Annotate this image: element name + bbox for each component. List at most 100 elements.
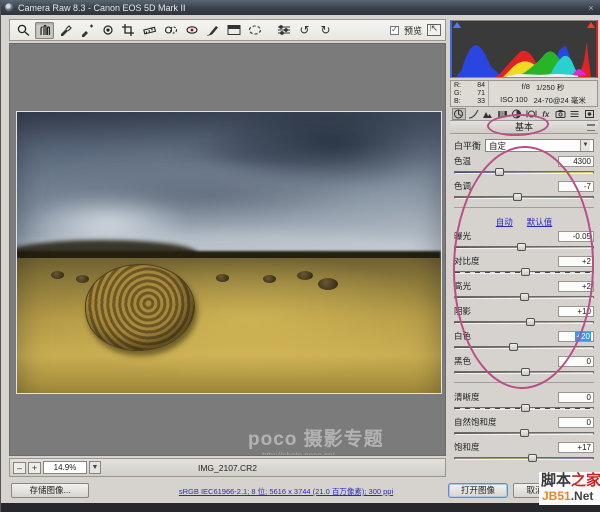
default-link[interactable]: 默认值 (527, 216, 553, 230)
slider-value-input[interactable]: 0 (558, 416, 594, 428)
slider-label: 色调 (454, 181, 472, 191)
slider-track[interactable] (454, 168, 594, 176)
hand-tool-icon[interactable] (35, 21, 54, 39)
slider-label: 对比度 (454, 256, 480, 266)
slider-value-input[interactable]: +17 (558, 441, 594, 453)
slider-track[interactable] (454, 268, 594, 276)
panel-tab-strip: fx (450, 108, 598, 121)
straighten-tool-icon[interactable] (140, 22, 159, 39)
slider-row: 饱和度 +17 (454, 441, 594, 466)
photo-sky (17, 112, 441, 267)
chevron-down-icon: ▼ (580, 140, 590, 151)
spot-removal-icon[interactable] (161, 22, 180, 39)
rotate-right-icon[interactable]: ↻ (316, 22, 335, 39)
slider-thumb[interactable] (525, 318, 535, 326)
slider-track[interactable] (454, 343, 594, 351)
logo-text-4: .Net (570, 489, 594, 503)
panel-menu-icon[interactable] (587, 124, 595, 131)
slider-value-input[interactable]: -7 (558, 180, 594, 192)
zoom-level-dropdown-icon[interactable]: ▼ (89, 461, 101, 474)
slider-value-input[interactable]: 0 (558, 355, 594, 367)
graduated-filter-icon[interactable] (224, 22, 243, 39)
white-balance-value: 自定 (489, 140, 507, 151)
slider-track[interactable] (454, 243, 594, 251)
slider-thumb[interactable] (521, 368, 531, 376)
rotate-left-icon[interactable]: ↺ (295, 22, 314, 39)
slider-label: 白色 (454, 331, 472, 341)
slider-track[interactable] (454, 368, 594, 376)
slider-value-input[interactable]: -0.05 (558, 230, 594, 242)
slider-value-input[interactable]: +2 (558, 280, 594, 292)
tab-effects-icon[interactable]: fx (539, 108, 553, 120)
fullscreen-toggle-icon[interactable] (427, 23, 441, 36)
preferences-icon[interactable] (274, 22, 293, 39)
crop-tool-icon[interactable] (119, 22, 138, 39)
red-eye-icon[interactable] (182, 22, 201, 39)
tab-split-toning-icon[interactable] (510, 108, 524, 120)
slider-value-input[interactable]: +20 (558, 330, 594, 342)
highlight-clipping-icon[interactable] (587, 22, 595, 28)
preview-checkbox[interactable]: ✓ (389, 25, 399, 35)
zoom-level-value[interactable]: 14.9% (43, 461, 87, 474)
zoom-in-button[interactable]: + (28, 461, 41, 474)
slider-value-input[interactable]: +2 (558, 255, 594, 267)
slider-row: 色温 4300 (454, 155, 594, 180)
slider-value-input[interactable]: 4300 (558, 155, 594, 167)
open-image-button[interactable]: 打开图像 (448, 483, 508, 498)
image-canvas[interactable]: poco 摄影专题 http://photo.poco.cn/ (9, 43, 446, 456)
radial-filter-icon[interactable] (245, 22, 264, 39)
tab-tone-curve-icon[interactable] (467, 108, 481, 120)
slider-value-input[interactable]: 0 (558, 391, 594, 403)
slider-thumb[interactable] (513, 193, 523, 201)
slider-track[interactable] (454, 193, 594, 201)
slider-thumb[interactable] (495, 168, 505, 176)
save-image-button[interactable]: 存储图像... (11, 483, 89, 498)
slider-track[interactable] (454, 318, 594, 326)
slider-track[interactable] (454, 429, 594, 437)
title-bar[interactable]: Camera Raw 8.3 - Canon EOS 5D Mark II × (1, 0, 600, 15)
tab-presets-icon[interactable] (568, 108, 582, 120)
watermark-title: poco 摄影专题 (248, 429, 384, 450)
slider-thumb[interactable] (520, 293, 529, 301)
logo-text-3: JB51 (542, 489, 571, 503)
slider-thumb[interactable] (508, 343, 518, 351)
slider-thumb[interactable] (521, 268, 531, 276)
slider-row: 白色 +20 (454, 330, 594, 355)
slider-value-input[interactable]: +10 (558, 305, 594, 317)
workflow-options-link[interactable]: sRGB IEC61966-2.1; 8 位; 5616 x 3744 (21.… (121, 486, 451, 497)
photo-preview[interactable] (16, 111, 442, 394)
tab-camera-calibration-icon[interactable] (554, 108, 568, 120)
tab-basic-icon[interactable] (452, 108, 466, 120)
poco-watermark: poco 摄影专题 http://photo.poco.cn/ (248, 424, 384, 455)
slider-thumb[interactable] (528, 454, 538, 462)
tab-detail-icon[interactable] (481, 108, 495, 120)
close-icon[interactable]: × (585, 3, 597, 13)
white-balance-eyedropper-icon[interactable] (56, 22, 75, 39)
hay-bale (216, 273, 230, 282)
exif-info-panel: R: 84 G: 71 B: 33 f/8 1/250 秒 ISO 100 24-70@2… (450, 80, 598, 107)
slider-track[interactable] (454, 454, 594, 462)
rgb-readout: R: 84 G: 71 B: 33 (451, 81, 489, 106)
slider-label: 黑色 (454, 356, 472, 366)
targeted-adjustment-icon[interactable] (98, 22, 117, 39)
divider (454, 207, 594, 213)
slider-thumb[interactable] (520, 429, 529, 437)
zoom-tool-icon[interactable] (14, 22, 33, 39)
tab-hsl-grayscale-icon[interactable] (496, 108, 510, 120)
hay-bale (262, 274, 276, 283)
slider-track[interactable] (454, 404, 594, 412)
slider-thumb[interactable] (521, 404, 531, 412)
white-balance-select[interactable]: 自定 ▼ (485, 139, 594, 152)
zoom-out-button[interactable]: – (13, 461, 26, 474)
shadow-clipping-icon[interactable] (453, 22, 461, 28)
color-sampler-icon[interactable] (77, 22, 96, 39)
slider-row: 色调 -7 (454, 180, 594, 205)
adjustment-brush-icon[interactable] (203, 22, 222, 39)
preview-label: 预览 (403, 25, 422, 36)
slider-thumb[interactable] (517, 243, 527, 251)
slider-track[interactable] (454, 293, 594, 301)
white-balance-row: 白平衡 自定 ▼ (450, 138, 598, 153)
tab-lens-corrections-icon[interactable] (525, 108, 539, 120)
tab-snapshots-icon[interactable] (583, 108, 597, 120)
auto-link[interactable]: 自动 (496, 216, 513, 230)
